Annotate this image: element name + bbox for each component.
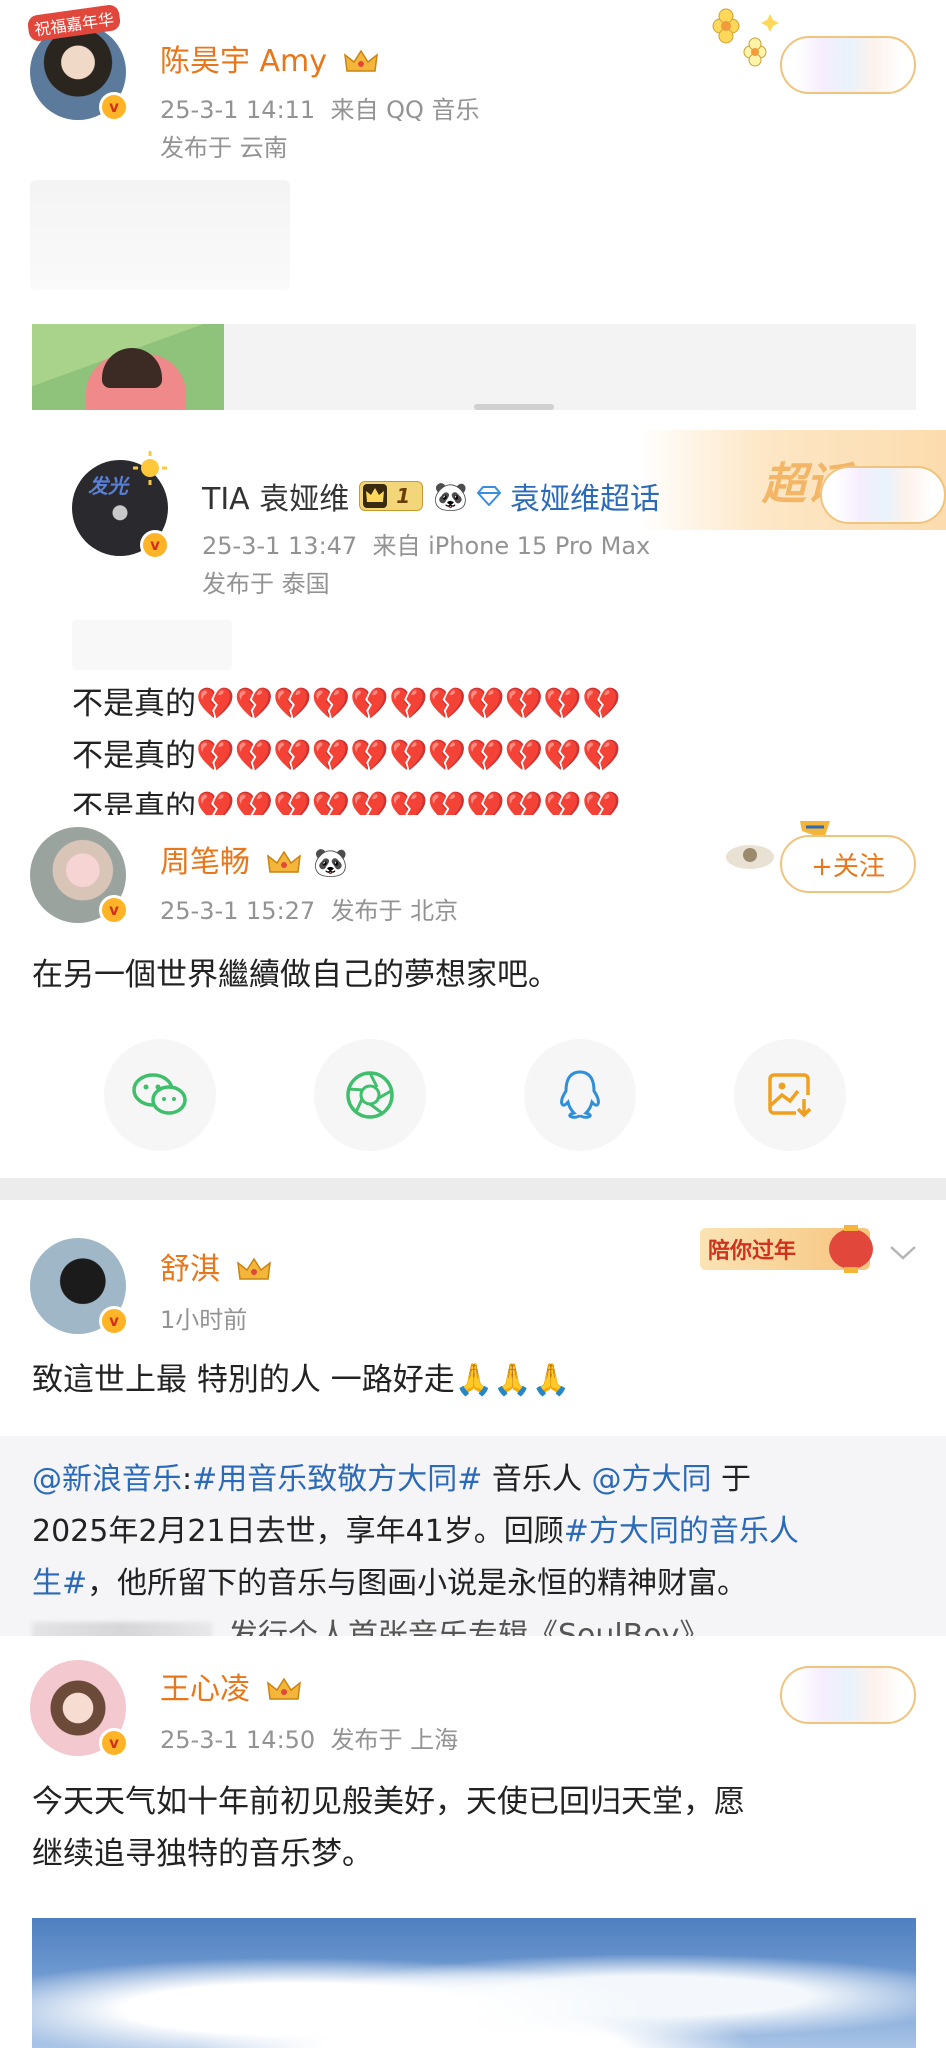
post-meta: 25-3-1 15:27 发布于 北京	[160, 891, 458, 926]
verified-badge	[140, 530, 170, 560]
post-text: 在另一個世界繼續做自己的夢想家吧。	[32, 957, 559, 993]
username[interactable]: 舒淇	[160, 1244, 272, 1288]
blurred-content	[72, 620, 232, 670]
colon: :	[182, 1462, 193, 1497]
qq-icon	[560, 1070, 600, 1119]
post-meta: 25-3-1 13:47 来自 iPhone 15 Pro Max	[202, 526, 650, 561]
username-text[interactable]: 周笔畅	[160, 845, 250, 880]
chevron-down-icon[interactable]	[888, 1244, 918, 1262]
section-divider	[0, 1178, 946, 1200]
post-source: 来自 iPhone 15 Pro Max	[372, 532, 651, 560]
username-text[interactable]: 舒淇	[160, 1252, 220, 1287]
follow-button-blurred[interactable]	[780, 36, 916, 94]
share-moments-button[interactable]	[314, 1039, 426, 1151]
username-text[interactable]: 陈昊宇 Amy	[160, 44, 327, 79]
repost-text: ，他所留下的音乐与图画小说是永恒的精神财富。	[87, 1566, 748, 1601]
mention-link[interactable]: @新浪音乐	[32, 1462, 182, 1497]
username-text[interactable]: 王心凌	[160, 1672, 250, 1707]
username[interactable]: 周笔畅 🐼	[160, 837, 348, 881]
verified-badge	[99, 92, 129, 122]
verified-badge	[99, 895, 129, 925]
repost-line: 2025年2月21日去世，享年41岁。回顾#方大同的音乐人	[32, 1506, 799, 1558]
follow-button-blurred[interactable]	[780, 1666, 916, 1724]
vip-crown-icon	[343, 49, 378, 72]
moments-icon	[346, 1071, 394, 1119]
post-location: 发布于 云南	[160, 134, 288, 162]
post-source: 来自 QQ 音乐	[330, 96, 480, 124]
diamond-icon	[476, 486, 502, 506]
topic-link[interactable]: #用音乐致敬方大同#	[192, 1462, 482, 1497]
avatar-text: 发光	[88, 474, 128, 498]
verified-badge	[99, 1306, 129, 1336]
follow-button[interactable]: +关注	[780, 835, 916, 893]
share-qq-button[interactable]	[524, 1039, 636, 1151]
post-image[interactable]	[32, 1918, 916, 2048]
username[interactable]: TIA 袁娅维 1 🐼 袁娅维超话	[202, 474, 660, 518]
repost-block[interactable]: @新浪音乐:#用音乐致敬方大同# 音乐人 @方大同 于 2025年2月21日去世…	[0, 1436, 946, 1640]
username-text[interactable]: TIA 袁娅维	[202, 474, 349, 518]
post-location: 发布于 北京	[330, 897, 459, 925]
festival-badge: 陪你过年	[700, 1225, 873, 1273]
video-card[interactable]	[32, 324, 916, 410]
save-image-icon	[768, 1073, 812, 1118]
username[interactable]: 陈昊宇 Amy	[160, 36, 379, 80]
post-shuqi: 舒淇 1小时前 陪你过年 致這世上最 特別的人 一路好走🙏🙏🙏 @新浪音乐:#用…	[0, 1200, 946, 1640]
share-wechat-button[interactable]	[104, 1039, 216, 1151]
post-chenhaoyu: 祝福嘉年华 陈昊宇 Amy 25-3-1 14:11 来自 QQ 音乐 发布于 …	[0, 0, 946, 410]
festival-badge-text: 陪你过年	[708, 1239, 797, 1264]
lantern-icon	[829, 1225, 873, 1273]
topic-link[interactable]: #方大同的音乐人	[564, 1514, 799, 1549]
vip-crown-icon	[266, 1677, 301, 1700]
post-text: 致這世上最 特別的人 一路好走🙏🙏🙏	[32, 1362, 571, 1398]
mention-link[interactable]: @方大同	[591, 1462, 711, 1497]
repost-text: 2025年2月21日去世，享年41岁。回顾	[32, 1514, 564, 1549]
panda-icon: 🐼	[313, 846, 348, 879]
follow-button-blurred[interactable]	[820, 466, 946, 524]
repost-text: 音乐人	[482, 1462, 592, 1497]
post-text-line: 不是真的💔💔💔💔💔💔💔💔💔💔💔	[72, 686, 621, 722]
topic-link[interactable]: 生#	[32, 1566, 87, 1601]
post-wangxinling: 王心凌 25-3-1 14:50 发布于 上海 今天天气如十年前初见般美好，天使…	[0, 1636, 946, 2048]
post-location: 发布于 上海	[330, 1726, 459, 1754]
vip-crown-icon	[266, 850, 301, 873]
repost-line: @新浪音乐:#用音乐致敬方大同# 音乐人 @方大同 于	[32, 1454, 751, 1506]
video-thumbnail	[32, 324, 224, 410]
save-image-button[interactable]	[734, 1039, 846, 1151]
post-time: 25-3-1 15:27	[160, 897, 316, 925]
vip-level-text: 1	[396, 484, 411, 508]
repost-line: 生#，他所留下的音乐与图画小说是永恒的精神财富。	[32, 1558, 747, 1610]
post-zhoubichang: 周笔畅 🐼 25-3-1 15:27 发布于 北京 +关注 在另一個世界繼續做自…	[0, 815, 946, 1180]
vip-level-badge: 1	[359, 481, 424, 511]
post-meta: 25-3-1 14:50 发布于 上海	[160, 1720, 458, 1755]
post-location: 发布于 泰国	[202, 570, 330, 598]
post-text-line: 继续追寻独特的音乐梦。	[32, 1836, 373, 1872]
vip-crown-icon	[363, 484, 388, 508]
post-tia-yuanyawei: 超话 发光 TIA 袁娅维 1 🐼 袁娅维超话 25-3-1 13:47 来自 …	[0, 410, 946, 820]
panda-icon: 🐼	[433, 479, 469, 513]
post-time: 25-3-1 13:47	[202, 532, 358, 560]
sun-icon	[133, 451, 167, 485]
vip-crown-icon	[236, 1257, 271, 1280]
post-time: 25-3-1 14:11	[160, 96, 316, 124]
post-text-line: 今天天气如十年前初见般美好，天使已回归天堂，愿	[32, 1784, 745, 1820]
verified-badge	[99, 1728, 129, 1758]
repost-text: 于	[711, 1462, 752, 1497]
wechat-icon	[132, 1073, 187, 1115]
post-time: 1小时前	[160, 1306, 248, 1334]
post-text-line: 不是真的💔💔💔💔💔💔💔💔💔💔💔	[72, 738, 621, 774]
blurred-content	[30, 180, 290, 290]
post-meta: 25-3-1 14:11 来自 QQ 音乐	[160, 90, 480, 125]
username[interactable]: 王心凌	[160, 1664, 302, 1708]
flower-decoration-icon	[712, 8, 779, 67]
supertopic-link[interactable]: 袁娅维超话	[510, 474, 660, 518]
post-time: 25-3-1 14:50	[160, 1726, 316, 1754]
